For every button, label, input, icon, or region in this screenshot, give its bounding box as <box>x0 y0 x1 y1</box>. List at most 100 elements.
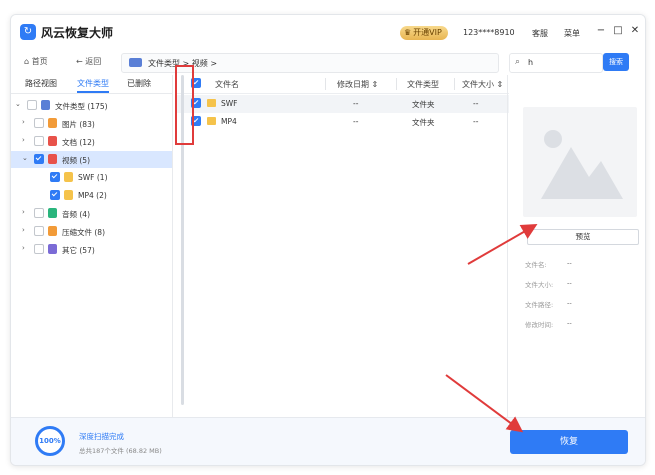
vip-button[interactable]: ♛ 开通VIP <box>400 26 448 40</box>
meta-label: 修改时间: <box>525 321 554 329</box>
list-header: 文件名 修改日期 ⇕ 文件类型 文件大小 ⇕ <box>177 75 509 94</box>
tree-item-label: 压缩文件 (8) <box>62 228 106 237</box>
file-type-icon <box>41 100 50 110</box>
tree-checkbox[interactable] <box>34 208 44 218</box>
tree-item[interactable]: › 压缩文件 (8) <box>11 223 172 240</box>
tree-item-label: MP4 (2) <box>78 191 107 200</box>
view-tabs: 路径视图 文件类型 已删除 <box>11 75 172 94</box>
tree-item[interactable]: › 其它 (57) <box>11 241 172 258</box>
expand-icon[interactable]: › <box>22 226 25 234</box>
service-link[interactable]: 客服 <box>532 28 548 39</box>
meta-value: -- <box>567 279 572 287</box>
search-button[interactable]: 搜索 <box>603 53 629 71</box>
search-input[interactable]: ⌕ h <box>509 53 603 73</box>
file-type-icon <box>64 190 73 200</box>
tree-item-label: 视频 (5) <box>62 156 91 165</box>
header-date[interactable]: 修改日期 ⇕ <box>337 79 378 90</box>
minimize-icon[interactable]: − <box>594 24 608 38</box>
expand-icon[interactable]: › <box>22 208 25 216</box>
header-type[interactable]: 文件类型 <box>407 79 439 90</box>
tree-checkbox[interactable] <box>50 172 60 182</box>
file-type-icon <box>48 154 57 164</box>
header-divider <box>396 78 397 90</box>
tree-checkbox[interactable] <box>34 136 44 146</box>
row-name: SWF <box>221 99 238 108</box>
header-divider <box>325 78 326 90</box>
user-phone[interactable]: 123****8910 <box>463 28 515 37</box>
row-size: -- <box>473 117 479 126</box>
progress-indicator: 100% <box>35 426 65 456</box>
tree-item-label: SWF (1) <box>78 173 108 182</box>
tab-deleted[interactable]: 已删除 <box>127 78 151 89</box>
row-date: -- <box>353 99 359 108</box>
crown-icon: ♛ <box>404 28 412 37</box>
file-type-icon <box>64 172 73 182</box>
home-icon: ⌂ <box>24 57 30 66</box>
file-type-icon <box>48 118 57 128</box>
row-type: 文件夹 <box>412 100 435 109</box>
tree-item-label: 图片 (83) <box>62 120 95 129</box>
tree-item-label: 文档 (12) <box>62 138 95 147</box>
tree-item[interactable]: › 音频 (4) <box>11 205 172 222</box>
tree-item[interactable]: › 图片 (83) <box>11 115 172 132</box>
maximize-icon[interactable]: □ <box>611 24 625 38</box>
tree-item-label: 文件类型 (175) <box>55 102 108 111</box>
vip-label: 开通VIP <box>413 28 442 37</box>
tree-checkbox[interactable] <box>27 100 37 110</box>
meta-value: -- <box>567 259 572 267</box>
recover-button[interactable]: 恢复 <box>510 430 628 454</box>
tree-checkbox[interactable] <box>34 154 44 164</box>
back-button[interactable]: ← 返回 <box>76 56 101 67</box>
row-date: -- <box>353 117 359 126</box>
scan-summary: 总共187个文件 (68.82 MB) <box>79 447 162 455</box>
tree-checkbox[interactable] <box>34 244 44 254</box>
back-arrow-icon: ← <box>76 57 83 66</box>
tree-checkbox[interactable] <box>34 226 44 236</box>
file-type-icon <box>48 208 57 218</box>
meta-label: 文件名: <box>525 261 547 269</box>
home-button[interactable]: ⌂ 首页 <box>24 56 48 67</box>
tree-checkbox[interactable] <box>50 190 60 200</box>
meta-label: 文件大小: <box>525 281 554 289</box>
tree-item[interactable]: › 文档 (12) <box>11 133 172 150</box>
expand-icon[interactable]: ⌄ <box>22 154 28 162</box>
expand-icon[interactable]: › <box>22 118 25 126</box>
row-size: -- <box>473 99 479 108</box>
sort-icon: ⇕ <box>496 80 504 89</box>
preview-button[interactable]: 预览 <box>527 229 639 245</box>
left-panel: 路径视图 文件类型 已删除 ⌄ 文件类型 (175) › 图片 (83) › 文档 (12… <box>11 75 173 417</box>
file-type-icon <box>48 244 57 254</box>
search-icon: ⌕ <box>515 57 521 67</box>
status-bar: 100% 深度扫描完成 总共187个文件 (68.82 MB) 恢复 <box>11 417 645 465</box>
drive-icon <box>129 58 142 67</box>
row-type: 文件夹 <box>412 118 435 127</box>
expand-icon[interactable]: › <box>22 136 25 144</box>
tree-checkbox[interactable] <box>34 118 44 128</box>
back-label: 返回 <box>85 57 102 66</box>
header-divider <box>454 78 455 90</box>
tree-item[interactable]: MP4 (2) <box>11 187 172 204</box>
header-name[interactable]: 文件名 <box>215 79 239 90</box>
navigation-bar: ⌂ 首页 ← 返回 文件类型 > 视频 > ⌕ h 搜索 <box>11 49 645 75</box>
search-value: h <box>528 58 534 67</box>
meta-label: 文件路径: <box>525 301 554 309</box>
app-title: 风云恢复大师 <box>41 26 114 40</box>
table-row[interactable]: SWF -- 文件夹 -- <box>177 95 509 113</box>
tree-item[interactable]: ⌄ 文件类型 (175) <box>11 97 172 114</box>
expand-icon[interactable]: › <box>22 244 25 252</box>
annotation-highlight-box <box>175 65 194 145</box>
header-size[interactable]: 文件大小 ⇕ <box>462 79 503 90</box>
folder-icon <box>207 99 216 107</box>
meta-value: -- <box>567 299 572 307</box>
tree-item[interactable]: SWF (1) <box>11 169 172 186</box>
menu-link[interactable]: 菜单 <box>564 28 580 39</box>
row-name: MP4 <box>221 117 237 126</box>
divider <box>507 75 508 417</box>
tab-path-view[interactable]: 路径视图 <box>25 78 57 89</box>
home-label: 首页 <box>31 57 48 66</box>
expand-icon[interactable]: ⌄ <box>15 100 21 108</box>
tree-item[interactable]: ⌄ 视频 (5) <box>11 151 172 168</box>
table-row[interactable]: MP4 -- 文件夹 -- <box>177 113 509 131</box>
tab-file-type[interactable]: 文件类型 <box>77 78 109 93</box>
close-icon[interactable]: ✕ <box>628 24 642 38</box>
